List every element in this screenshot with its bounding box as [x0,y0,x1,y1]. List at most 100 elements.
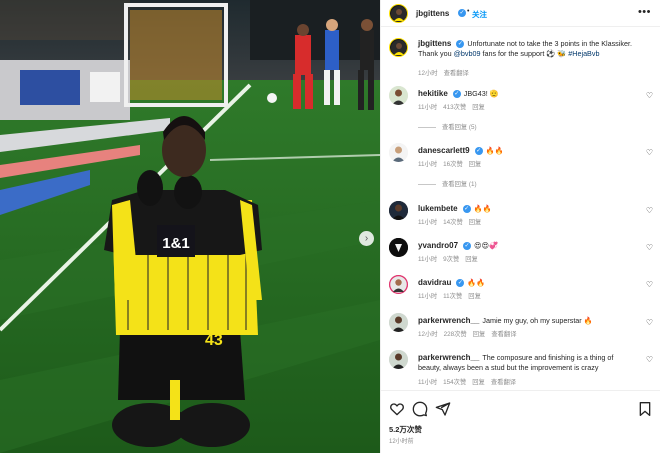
comment-body: 🔥🔥 [467,278,486,287]
comment-text: lukembete ✓ 🔥🔥 [418,204,636,214]
commenter-avatar[interactable] [389,143,408,162]
comment-time: 11小时 [418,219,438,226]
comment-time: 11小时 [418,104,438,111]
comment-icon[interactable] [412,401,428,417]
jersey-number: 43 [205,332,223,349]
comment-username[interactable]: hekitike [418,89,448,98]
commenter-avatar[interactable] [389,86,408,105]
commenter-avatar[interactable] [389,275,408,294]
comment-meta: 11小时 11次赞 回复 [418,291,487,300]
caption-translate-link[interactable]: 查看翻译 [444,70,469,77]
commenter-avatar[interactable] [389,350,408,369]
post-photo: 1&1 43 [0,0,380,453]
caption-username[interactable]: jbgittens [418,39,451,48]
comment-meta: 11小时 14次赞 回复 [418,217,487,226]
comment-meta: 11小时 413次赞 回复 [418,102,491,111]
comment-like-icon[interactable]: ♡ [646,206,653,215]
next-image-button[interactable]: › [359,231,374,246]
comment-likes[interactable]: 228次赞 [444,331,467,338]
send-icon[interactable] [435,401,451,417]
author-avatar[interactable] [389,4,408,23]
comment-meta: 11小时 154次赞 回复 查看翻译 [418,377,522,386]
comment-body: 🔥🔥 [485,146,504,155]
comment-like-icon[interactable]: ♡ [646,243,653,252]
comment-likes[interactable]: 14次赞 [443,219,463,226]
caption-avatar[interactable] [389,38,408,57]
comment-item: hekitike ✓ JBG43! 🫡 11小时 413次赞 回复 查看回复 (5) ♡ [381,86,660,134]
comment-like-icon[interactable]: ♡ [646,355,653,364]
reply-button[interactable]: 回复 [468,293,481,300]
comment-username[interactable]: parkerwrench__ [418,316,479,325]
reply-button[interactable]: 回复 [465,256,478,263]
comment-likes[interactable]: 16次赞 [443,161,463,168]
comment-time: 11小时 [418,161,438,168]
post-image: 1&1 43 › [0,0,380,453]
comment-text: parkerwrench__ The composure and finishin… [418,353,636,372]
separator-dot: • [467,8,470,15]
reply-button[interactable]: 回复 [469,161,482,168]
view-replies-button[interactable]: 查看回复 (1) [418,179,477,188]
comment-like-icon[interactable]: ♡ [646,318,653,327]
reply-button[interactable]: 回复 [469,219,482,226]
translate-link[interactable]: 查看翻译 [491,331,516,338]
comment-text: yvandro07 ✓ 😍😍💞 [418,241,636,251]
comment-item: parkerwrench__ Jamie my guy, oh my supers… [381,313,660,341]
bookmark-icon[interactable] [637,401,653,417]
commenter-avatar[interactable] [389,238,408,257]
comment-likes[interactable]: 9次赞 [443,256,459,263]
caption-text: jbgittens ✓ Unfortunate not to take the 3 … [418,39,636,58]
verified-icon: ✓ [462,205,471,214]
view-replies-button[interactable]: 查看回复 (5) [418,122,477,131]
comment-meta: 11小时 16次赞 回复 [418,159,487,168]
verified-icon: ✓ [474,147,483,156]
comment-likes[interactable]: 11次赞 [443,293,462,300]
reply-button[interactable]: 回复 [472,104,485,111]
translate-link[interactable]: 查看翻译 [491,379,516,386]
comment-item: lukembete ✓ 🔥🔥 11小时 14次赞 回复 ♡ [381,201,660,229]
comment-body: JBG43! 🫡 [463,89,499,98]
verified-icon: ✓ [456,40,465,49]
comment-item: danescarlett9 ✓ 🔥🔥 11小时 16次赞 回复 查看回复 (1) ♡ [381,143,660,191]
comments-list[interactable]: jbgittens ✓ Unfortunate not to take the 3 … [381,28,660,390]
comment-item: davidrau ✓ 🔥🔥 11小时 11次赞 回复 ♡ [381,275,660,303]
heart-icon[interactable] [389,401,405,417]
comment-text: hekitike ✓ JBG43! 🫡 [418,89,636,99]
likes-count[interactable]: 5.2万次赞 [389,424,422,435]
post-caption: jbgittens ✓ Unfortunate not to take the 3 … [381,38,660,77]
reply-button[interactable]: 回复 [472,379,485,386]
caption-mention-link[interactable]: @bvb09 [454,49,481,58]
caption-body-2: fans for the support ⚽️ 🐝 [480,48,569,58]
comment-meta: 11小时 9次赞 回复 [418,254,484,263]
post-details-panel: jbgittens ✓ • 关注 ••• jbgittens ✓ Unfortuna… [380,0,660,453]
comment-item: parkerwrench__ The composure and finishin… [381,350,660,390]
comment-likes[interactable]: 154次赞 [443,379,466,386]
comment-body: Jamie my guy, oh my superstar 🔥 [482,316,593,325]
comment-username[interactable]: yvandro07 [418,241,458,250]
caption-meta: 12小时 查看翻译 [418,68,475,77]
comment-like-icon[interactable]: ♡ [646,148,653,157]
comment-meta: 12小时 228次赞 回复 查看翻译 [418,329,523,338]
comment-username[interactable]: lukembete [418,204,458,213]
comment-like-icon[interactable]: ♡ [646,280,653,289]
more-horizontal-icon[interactable]: ••• [638,6,651,18]
comment-body: 🔥🔥 [473,204,492,213]
commenter-avatar[interactable] [389,201,408,220]
comment-body: 😍😍💞 [474,241,498,250]
comment-username[interactable]: danescarlett9 [418,146,470,155]
comment-text: parkerwrench__ Jamie my guy, oh my supers… [418,316,636,326]
comment-username[interactable]: davidrau [418,278,451,287]
post-header: jbgittens ✓ • 关注 ••• [381,0,660,27]
follow-button[interactable]: 关注 [472,9,487,20]
comment-likes[interactable]: 413次赞 [443,104,466,111]
comment-username[interactable]: parkerwrench__ [418,353,479,362]
jersey-sponsor: 1&1 [162,235,190,252]
comment-like-icon[interactable]: ♡ [646,91,653,100]
chevron-right-icon: › [364,232,369,244]
caption-hashtag-link[interactable]: #HejaBvb [568,49,599,58]
commenter-avatar[interactable] [389,313,408,332]
author-username[interactable]: jbgittens [416,9,449,18]
comment-time: 11小时 [418,379,438,386]
comment-text: davidrau ✓ 🔥🔥 [418,278,636,288]
verified-icon: ✓ [458,9,466,17]
reply-button[interactable]: 回复 [473,331,486,338]
